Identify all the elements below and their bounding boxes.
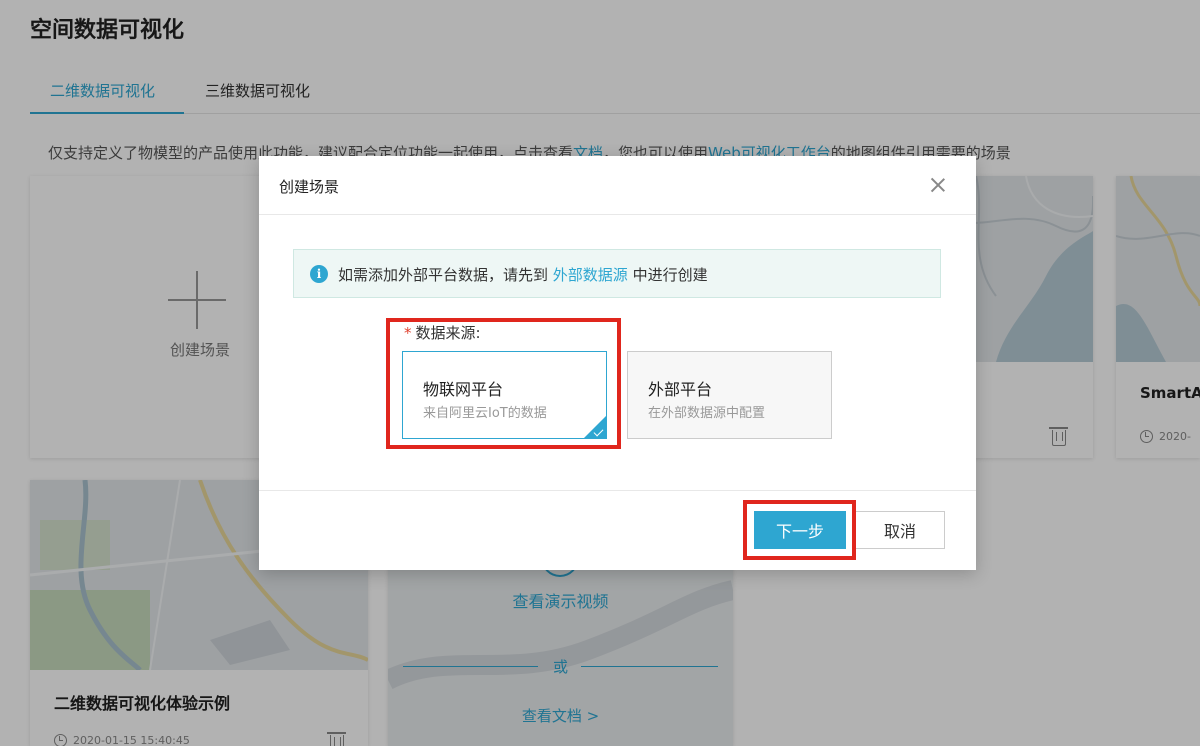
option-subtitle: 在外部数据源中配置 bbox=[648, 406, 766, 421]
data-source-label: * 数据来源: bbox=[404, 322, 481, 343]
cancel-button[interactable]: 取消 bbox=[855, 511, 945, 549]
close-icon[interactable] bbox=[929, 176, 947, 194]
data-source-label-text: 数据来源: bbox=[415, 324, 481, 342]
option-title: 物联网平台 bbox=[423, 380, 504, 399]
external-datasource-link[interactable]: 外部数据源 bbox=[553, 266, 628, 284]
dialog-footer-divider bbox=[259, 490, 976, 491]
dialog-header: 创建场景 bbox=[259, 156, 976, 215]
option-iot-platform[interactable]: 物联网平台 来自阿里云IoT的数据 bbox=[402, 351, 607, 439]
info-alert: i 如需添加外部平台数据，请先到 外部数据源 中进行创建 bbox=[293, 249, 941, 298]
info-icon: i bbox=[310, 265, 328, 283]
alert-text: 如需添加外部平台数据，请先到 外部数据源 中进行创建 bbox=[338, 264, 708, 285]
alert-prefix: 如需添加外部平台数据，请先到 bbox=[338, 266, 549, 284]
next-step-button[interactable]: 下一步 bbox=[754, 511, 846, 549]
dialog-title: 创建场景 bbox=[279, 178, 340, 196]
option-subtitle: 来自阿里云IoT的数据 bbox=[423, 406, 547, 421]
alert-suffix: 中进行创建 bbox=[632, 266, 708, 284]
option-external-platform[interactable]: 外部平台 在外部数据源中配置 bbox=[627, 351, 832, 439]
create-scene-dialog: 创建场景 i 如需添加外部平台数据，请先到 外部数据源 中进行创建 * 数据来源:… bbox=[259, 156, 976, 570]
option-title: 外部平台 bbox=[648, 380, 713, 399]
required-mark: * bbox=[404, 324, 412, 342]
